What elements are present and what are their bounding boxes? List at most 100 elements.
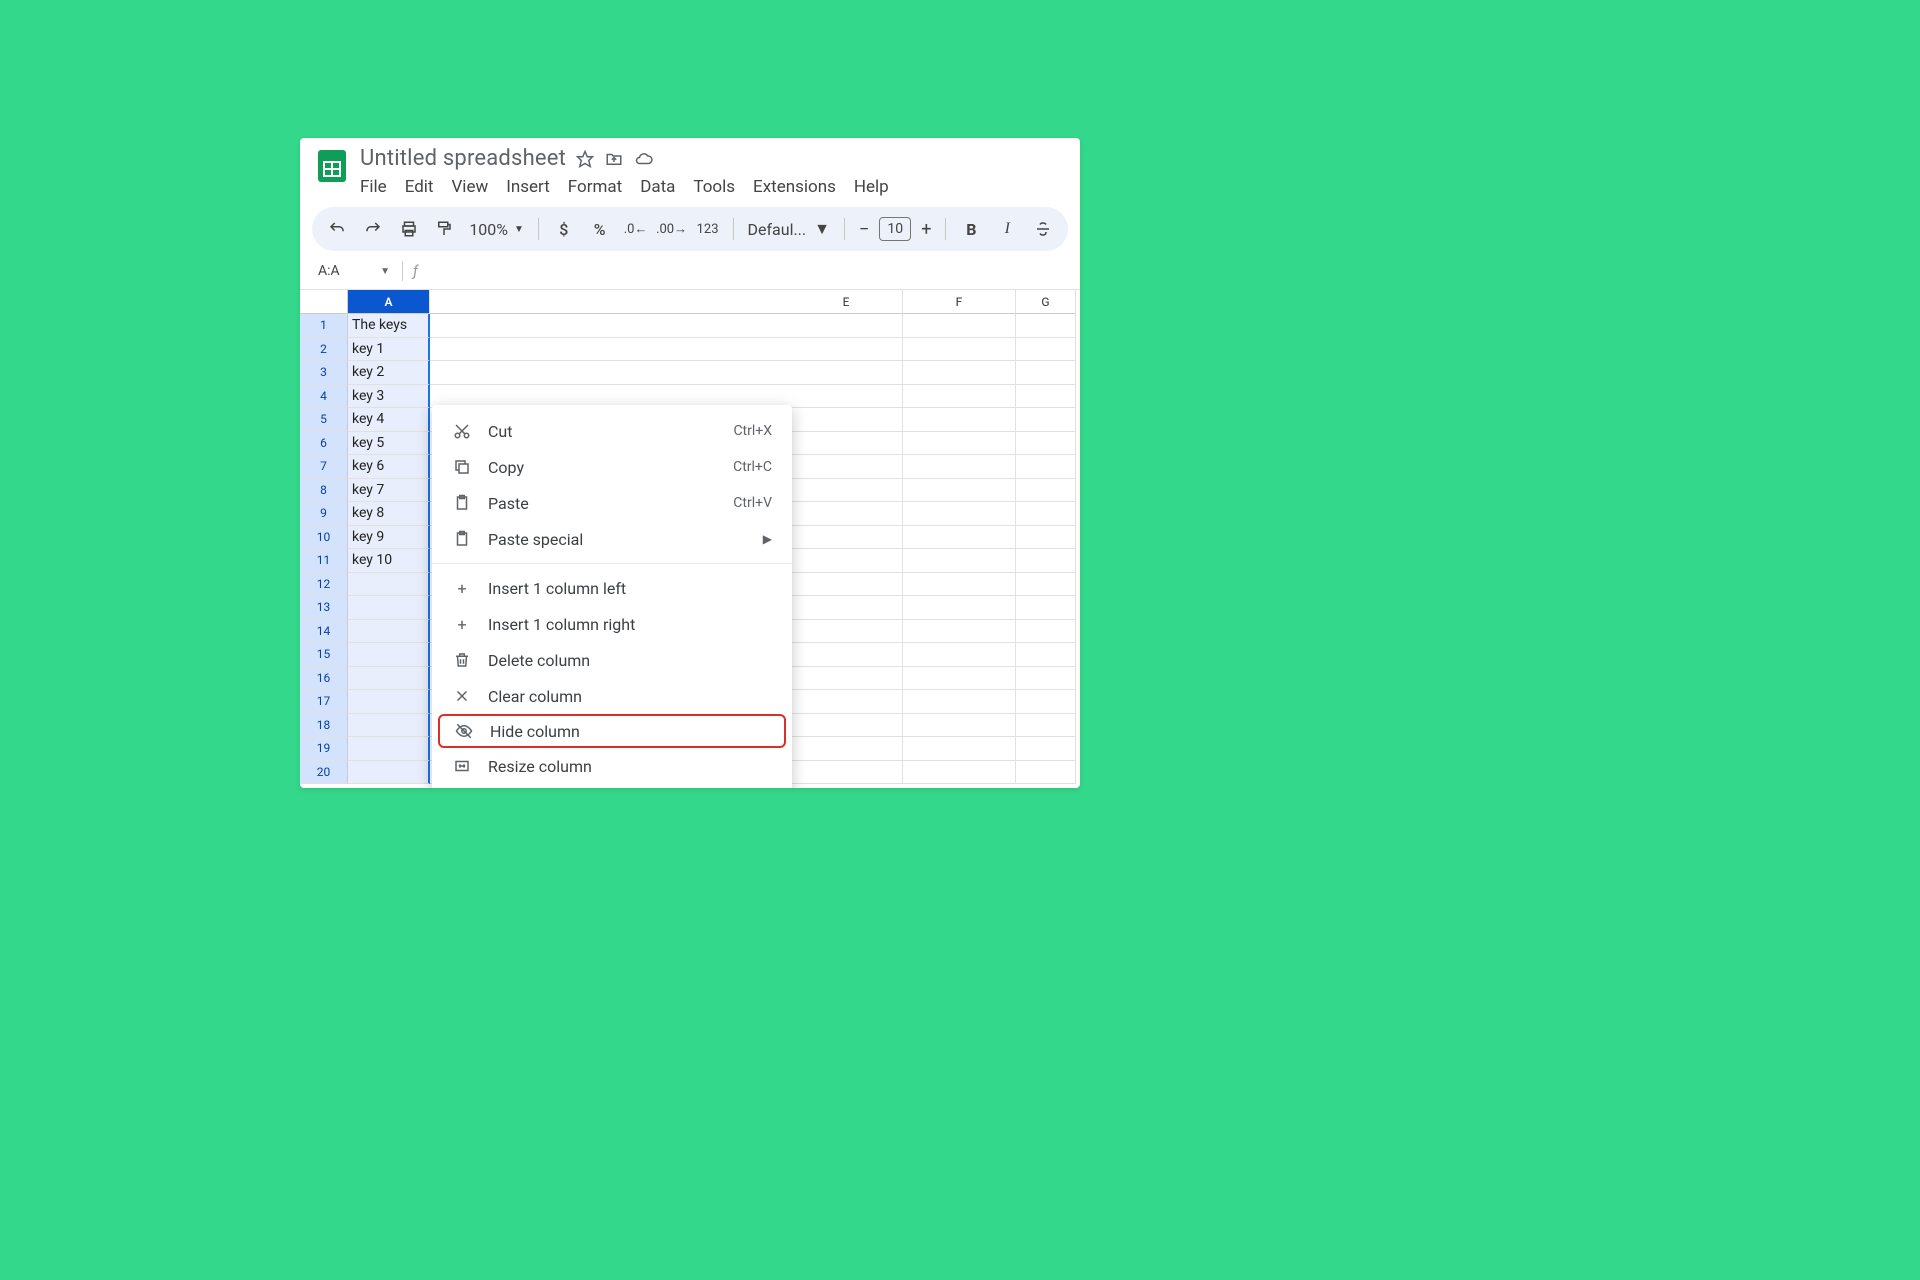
cell[interactable] (1016, 549, 1076, 573)
zoom-dropdown[interactable]: 100% ▼ (469, 220, 524, 239)
cell[interactable] (903, 479, 1016, 503)
column-header-g[interactable]: G (1016, 290, 1076, 314)
spreadsheet-grid[interactable]: A E F G 1The keys2key 13key 24key 35key … (300, 289, 1080, 784)
cell[interactable] (790, 667, 903, 691)
row-header[interactable]: 9 (300, 502, 348, 526)
row-header[interactable]: 6 (300, 432, 348, 456)
cell[interactable]: key 1 (348, 338, 430, 362)
cell[interactable] (903, 620, 1016, 644)
redo-icon[interactable] (362, 218, 384, 240)
cell[interactable] (1016, 338, 1076, 362)
menu-paste-special[interactable]: Paste special ▶ (432, 521, 792, 557)
select-all-corner[interactable] (300, 290, 348, 314)
cell[interactable] (348, 714, 430, 738)
row-header[interactable]: 5 (300, 408, 348, 432)
cell[interactable]: key 5 (348, 432, 430, 456)
row-header[interactable]: 10 (300, 526, 348, 550)
row-header[interactable]: 7 (300, 455, 348, 479)
cell[interactable]: key 4 (348, 408, 430, 432)
row-header[interactable]: 14 (300, 620, 348, 644)
cell[interactable] (903, 737, 1016, 761)
cell[interactable]: key 3 (348, 385, 430, 409)
cell[interactable]: key 2 (348, 361, 430, 385)
cell[interactable] (903, 385, 1016, 409)
cell[interactable] (1016, 690, 1076, 714)
name-box[interactable]: A:A ▼ (312, 263, 396, 279)
cell[interactable] (1016, 314, 1076, 338)
cell[interactable] (790, 714, 903, 738)
cell[interactable] (790, 432, 903, 456)
cell[interactable] (790, 314, 903, 338)
cell[interactable] (790, 643, 903, 667)
cell[interactable]: key 10 (348, 549, 430, 573)
menu-tools[interactable]: Tools (693, 177, 735, 197)
move-folder-icon[interactable] (604, 150, 624, 168)
cell[interactable] (790, 361, 903, 385)
cell[interactable] (790, 596, 903, 620)
cell[interactable] (790, 761, 903, 785)
cell[interactable] (790, 479, 903, 503)
cloud-status-icon[interactable] (634, 150, 654, 168)
menu-file[interactable]: File (360, 177, 387, 197)
cell[interactable] (1016, 526, 1076, 550)
cell[interactable] (790, 455, 903, 479)
cell[interactable] (1016, 455, 1076, 479)
increase-decimal-icon[interactable]: .00→ (661, 218, 683, 240)
row-header[interactable]: 17 (300, 690, 348, 714)
cell[interactable] (903, 643, 1016, 667)
cell[interactable] (1016, 737, 1076, 761)
cell[interactable] (348, 761, 430, 785)
cell[interactable] (1016, 667, 1076, 691)
cell[interactable] (790, 338, 903, 362)
number-format-icon[interactable]: 123 (697, 218, 719, 240)
cell[interactable]: key 6 (348, 455, 430, 479)
cell[interactable] (790, 620, 903, 644)
cell[interactable] (348, 690, 430, 714)
cell[interactable]: key 9 (348, 526, 430, 550)
row-header[interactable]: 1 (300, 314, 348, 338)
cell[interactable] (790, 737, 903, 761)
row-header[interactable]: 4 (300, 385, 348, 409)
undo-icon[interactable] (326, 218, 348, 240)
cell[interactable] (1016, 385, 1076, 409)
decrease-font-size-button[interactable]: − (859, 219, 869, 240)
cell[interactable] (790, 408, 903, 432)
row-header[interactable]: 11 (300, 549, 348, 573)
cell[interactable] (903, 549, 1016, 573)
menu-help[interactable]: Help (854, 177, 889, 197)
cell[interactable] (903, 761, 1016, 785)
document-title[interactable]: Untitled spreadsheet (360, 146, 566, 171)
cell[interactable] (1016, 408, 1076, 432)
menu-insert-right[interactable]: + Insert 1 column right (432, 606, 792, 642)
cell[interactable] (903, 338, 1016, 362)
cell[interactable] (1016, 361, 1076, 385)
row-header[interactable]: 2 (300, 338, 348, 362)
cell[interactable] (790, 502, 903, 526)
cell[interactable]: The keys (348, 314, 430, 338)
row-header[interactable]: 8 (300, 479, 348, 503)
row-header[interactable]: 19 (300, 737, 348, 761)
cell[interactable] (903, 714, 1016, 738)
cell[interactable] (348, 643, 430, 667)
column-header-a[interactable]: A (348, 290, 430, 314)
cell[interactable] (1016, 620, 1076, 644)
cell[interactable] (1016, 714, 1076, 738)
menu-hide-column[interactable]: Hide column (438, 714, 786, 748)
cell[interactable] (903, 361, 1016, 385)
cell[interactable] (1016, 573, 1076, 597)
menu-view[interactable]: View (451, 177, 488, 197)
cell[interactable] (903, 690, 1016, 714)
row-header[interactable]: 12 (300, 573, 348, 597)
row-header[interactable]: 3 (300, 361, 348, 385)
print-icon[interactable] (398, 218, 420, 240)
paint-format-icon[interactable] (433, 218, 455, 240)
row-header[interactable]: 18 (300, 714, 348, 738)
cell[interactable] (790, 526, 903, 550)
menu-extensions[interactable]: Extensions (753, 177, 836, 197)
cell[interactable] (790, 573, 903, 597)
row-header[interactable]: 16 (300, 667, 348, 691)
menu-delete-column[interactable]: Delete column (432, 642, 792, 678)
cell[interactable] (348, 667, 430, 691)
cell[interactable] (790, 549, 903, 573)
cell[interactable] (348, 573, 430, 597)
